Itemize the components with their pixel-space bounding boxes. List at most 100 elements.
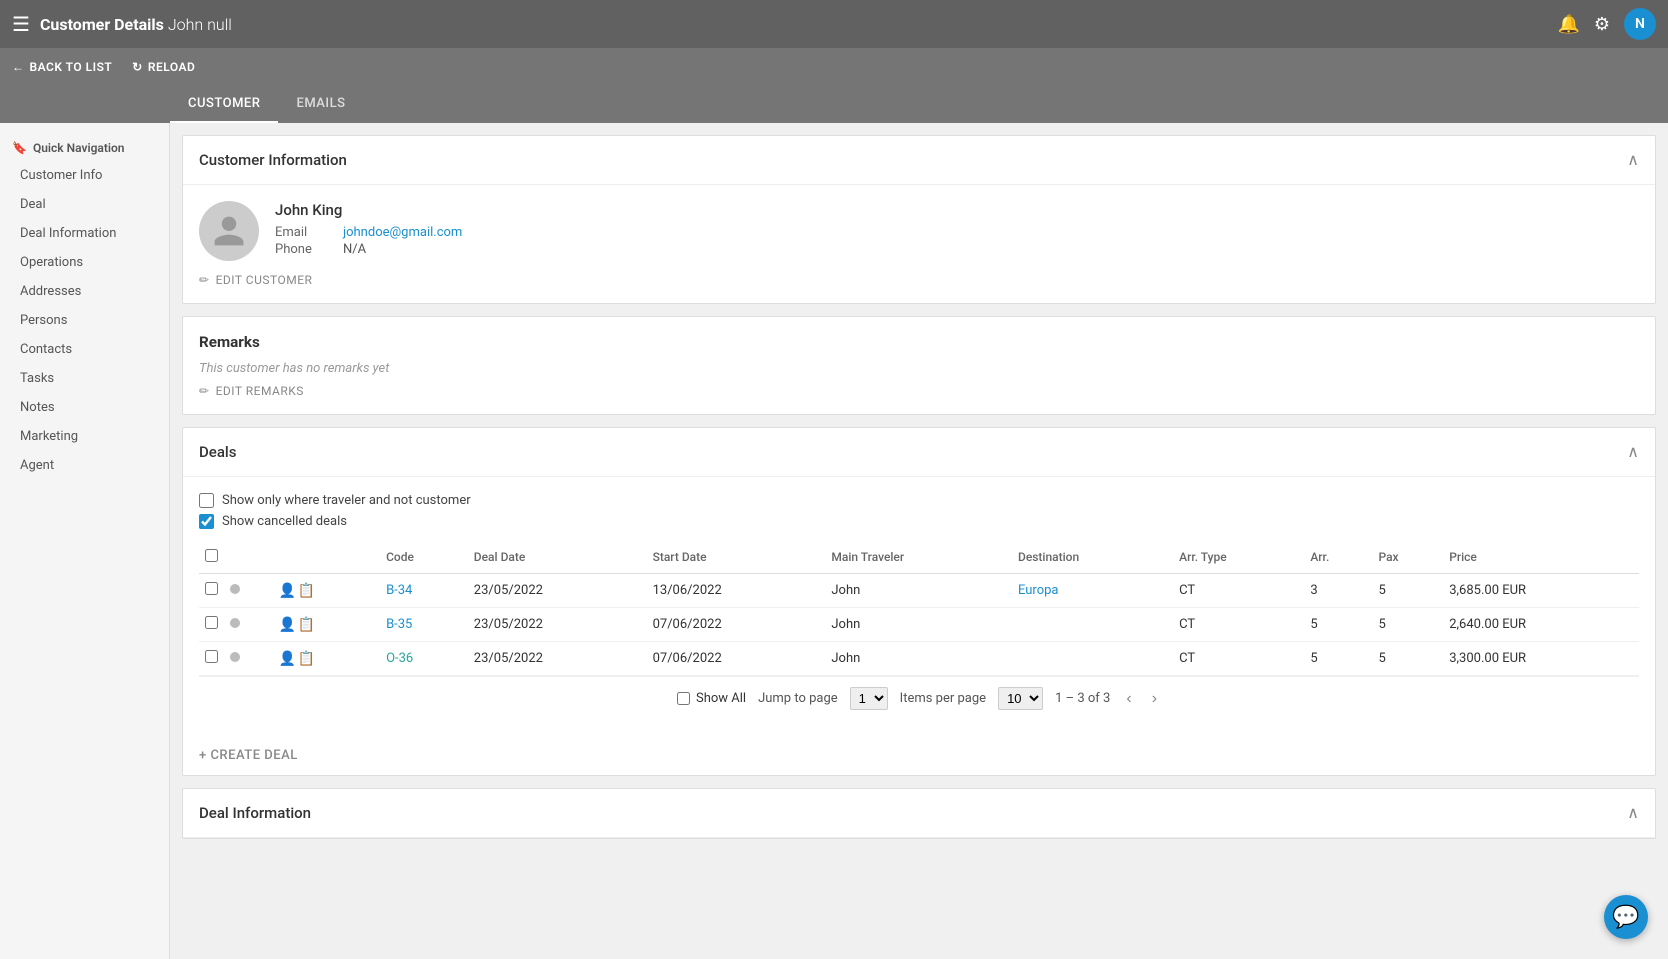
- price-1: 2,640.00 EUR: [1443, 608, 1639, 642]
- top-bar-right: 🔔 ⚙ N: [1557, 8, 1656, 40]
- top-bar-left: ☰ Customer Details John null: [12, 12, 232, 36]
- customer-info-title: Customer Information: [199, 151, 347, 169]
- deal-code-0[interactable]: B-34: [386, 583, 412, 598]
- person-placeholder-icon: [211, 213, 247, 249]
- show-all-row: Show All: [677, 691, 746, 706]
- deal-date-0: 23/05/2022: [468, 574, 647, 608]
- customer-contact-info: Email johndoe@gmail.com Phone N/A: [275, 225, 462, 257]
- jump-to-page-select[interactable]: 1: [850, 687, 888, 710]
- deals-filters: Show only where traveler and not custome…: [199, 493, 1639, 529]
- start-date-2: 07/06/2022: [647, 642, 826, 676]
- deal-info-collapse-button[interactable]: ∧: [1627, 803, 1639, 823]
- row-icons-0: 👤 📋: [278, 583, 374, 599]
- items-per-page-select[interactable]: 10: [998, 687, 1043, 710]
- avatar[interactable]: N: [1624, 8, 1656, 40]
- col-arr-type: Arr. Type: [1173, 541, 1304, 574]
- page-title: Customer Details John null: [40, 15, 232, 34]
- settings-icon[interactable]: ⚙: [1594, 14, 1610, 35]
- sidebar-item-contacts[interactable]: Contacts: [0, 335, 169, 364]
- row-checkbox-1[interactable]: [205, 616, 218, 629]
- row-icons-1: 👤 📋: [278, 617, 374, 633]
- tab-customer[interactable]: CUSTOMER: [170, 86, 278, 123]
- sidebar-item-deal-information[interactable]: Deal Information: [0, 219, 169, 248]
- destination-1: [1012, 608, 1173, 642]
- deal-code-1[interactable]: B-35: [386, 617, 412, 632]
- arr-type-1: CT: [1173, 608, 1304, 642]
- edit-customer-button[interactable]: ✏ EDIT CUSTOMER: [199, 273, 1639, 287]
- row-checkbox-2[interactable]: [205, 650, 218, 663]
- customer-info-header: Customer Information ∧: [183, 136, 1655, 185]
- next-page-button[interactable]: ›: [1148, 688, 1161, 710]
- deal-info-title: Deal Information: [199, 804, 311, 822]
- remarks-title: Remarks: [199, 333, 1639, 351]
- sidebar-item-notes[interactable]: Notes: [0, 393, 169, 422]
- sidebar-item-marketing[interactable]: Marketing: [0, 422, 169, 451]
- sidebar: 🔖 Quick Navigation Customer Info Deal De…: [0, 123, 170, 959]
- status-dot-1: [230, 618, 240, 628]
- edit-remarks-icon: ✏: [199, 384, 210, 398]
- deal-date-1: 23/05/2022: [468, 608, 647, 642]
- col-icons: [272, 541, 380, 574]
- sidebar-item-tasks[interactable]: Tasks: [0, 364, 169, 393]
- prev-page-button[interactable]: ‹: [1122, 688, 1135, 710]
- person-icon-1: 👤: [278, 617, 295, 633]
- customer-info-collapse-button[interactable]: ∧: [1627, 150, 1639, 170]
- email-label: Email: [275, 225, 335, 240]
- row-checkbox-0[interactable]: [205, 582, 218, 595]
- pax-2: 5: [1372, 642, 1443, 676]
- remarks-text: This customer has no remarks yet: [199, 361, 1639, 376]
- sidebar-item-customer-info[interactable]: Customer Info: [0, 161, 169, 190]
- items-per-page-label: Items per page: [900, 691, 986, 706]
- deals-body: Show only where traveler and not custome…: [183, 477, 1655, 736]
- person-icon-0: 👤: [278, 583, 295, 599]
- remarks-card: Remarks This customer has no remarks yet…: [182, 316, 1656, 415]
- col-main-traveler: Main Traveler: [825, 541, 1012, 574]
- sidebar-item-persons[interactable]: Persons: [0, 306, 169, 335]
- filter-cancelled-checkbox[interactable]: [199, 514, 214, 529]
- folder-icon-1: 📋: [298, 617, 315, 633]
- pax-1: 5: [1372, 608, 1443, 642]
- price-2: 3,300.00 EUR: [1443, 642, 1639, 676]
- layout: 🔖 Quick Navigation Customer Info Deal De…: [0, 123, 1668, 959]
- reload-button[interactable]: ↻ RELOAD: [132, 60, 195, 74]
- col-status: [224, 541, 272, 574]
- jump-to-page-label: Jump to page: [758, 691, 838, 706]
- edit-remarks-button[interactable]: ✏ EDIT REMARKS: [199, 384, 1639, 398]
- phone-label: Phone: [275, 242, 335, 257]
- col-code: Code: [380, 541, 468, 574]
- sidebar-item-operations[interactable]: Operations: [0, 248, 169, 277]
- filter-cancelled-row[interactable]: Show cancelled deals: [199, 514, 1639, 529]
- customer-info-card: Customer Information ∧ John King Email j…: [182, 135, 1656, 304]
- col-arr: Arr.: [1304, 541, 1372, 574]
- sidebar-item-agent[interactable]: Agent: [0, 451, 169, 480]
- table-footer: Show All Jump to page 1 Items per page 1…: [199, 676, 1639, 720]
- arr-type-2: CT: [1173, 642, 1304, 676]
- tab-emails[interactable]: EMAILS: [278, 86, 363, 123]
- sidebar-item-addresses[interactable]: Addresses: [0, 277, 169, 306]
- deal-code-2[interactable]: O-36: [386, 651, 413, 666]
- create-deal-button[interactable]: + CREATE DEAL: [183, 736, 1655, 775]
- filter-traveler-checkbox[interactable]: [199, 493, 214, 508]
- folder-icon-2: 📋: [298, 651, 315, 667]
- main-traveler-2: John: [825, 642, 1012, 676]
- main-content: Customer Information ∧ John King Email j…: [170, 123, 1668, 959]
- sidebar-item-deal[interactable]: Deal: [0, 190, 169, 219]
- deals-card: Deals ∧ Show only where traveler and not…: [182, 427, 1656, 776]
- deal-date-2: 23/05/2022: [468, 642, 647, 676]
- folder-icon-0: 📋: [298, 583, 315, 599]
- select-all-checkbox[interactable]: [205, 549, 218, 562]
- chat-button[interactable]: 💬: [1604, 895, 1648, 939]
- back-to-list-button[interactable]: ← BACK TO LIST: [12, 60, 112, 74]
- show-all-checkbox[interactable]: [677, 692, 690, 705]
- notification-icon[interactable]: 🔔: [1557, 14, 1579, 35]
- email-value: johndoe@gmail.com: [343, 225, 462, 240]
- col-pax: Pax: [1372, 541, 1443, 574]
- sidebar-section-header: 🔖 Quick Navigation: [0, 131, 169, 161]
- destination-0: Europa: [1012, 574, 1173, 608]
- deals-collapse-button[interactable]: ∧: [1627, 442, 1639, 462]
- back-arrow-icon: ←: [12, 60, 25, 74]
- arr-0: 3: [1304, 574, 1372, 608]
- menu-icon[interactable]: ☰: [12, 12, 30, 36]
- filter-traveler-row[interactable]: Show only where traveler and not custome…: [199, 493, 1639, 508]
- deals-header: Deals ∧: [183, 428, 1655, 477]
